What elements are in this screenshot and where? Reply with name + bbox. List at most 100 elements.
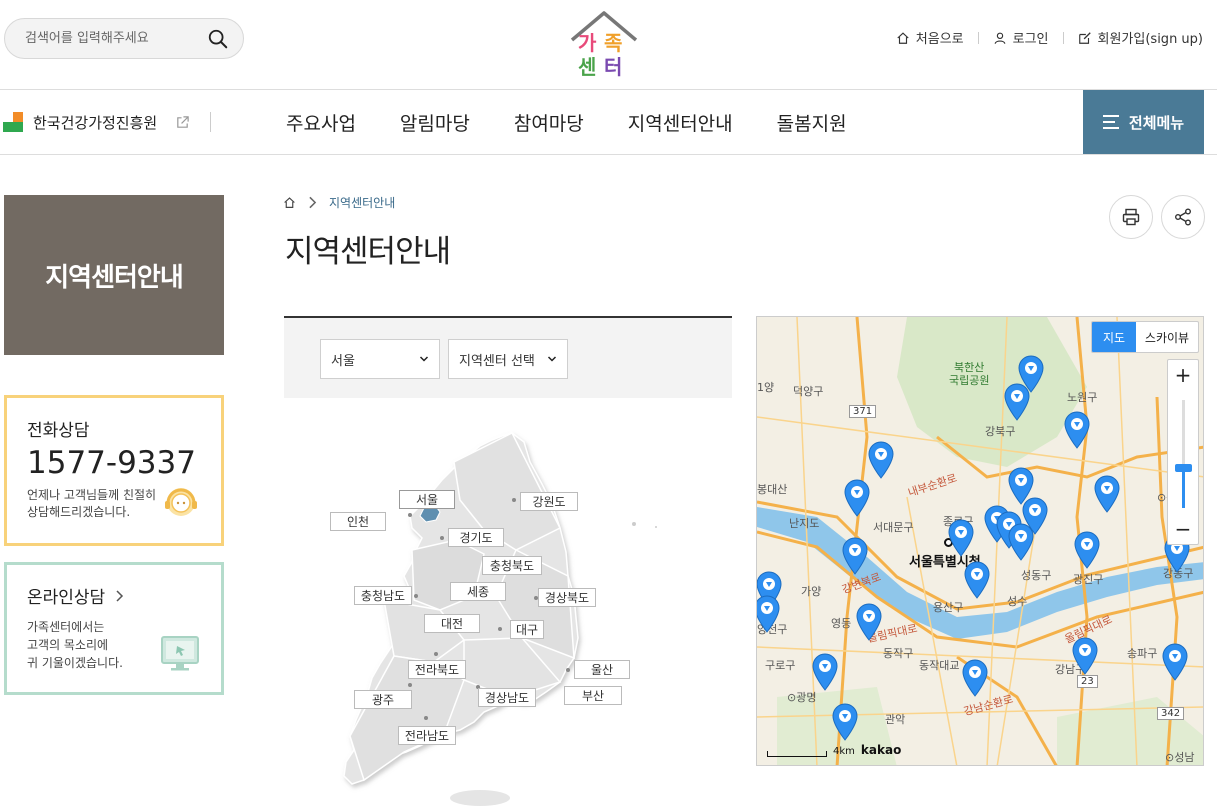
- region-gyeongnam[interactable]: 경상남도: [478, 688, 536, 707]
- search-input[interactable]: [25, 31, 207, 46]
- online-consult-heading[interactable]: 온라인상담: [27, 583, 201, 608]
- center-filter: 서울 지역센터 선택: [284, 316, 732, 398]
- home-link[interactable]: 처음으로: [896, 28, 964, 47]
- menu-participation[interactable]: 참여마당: [514, 109, 584, 136]
- map-pin-icon[interactable]: [1071, 637, 1099, 675]
- map-pin-icon[interactable]: [1073, 531, 1101, 569]
- map-pin-icon[interactable]: [843, 479, 871, 517]
- label-gwangjin: 광진구: [1073, 573, 1104, 586]
- kakao-map[interactable]: 북한산 국립공원 덕양구 1양 강북구 노원구 서대문구 난지도 봉대산 종로구…: [756, 316, 1204, 766]
- label-songpa: 송파구: [1127, 647, 1158, 660]
- region-busan[interactable]: 부산: [564, 686, 622, 705]
- region-gyeongbuk[interactable]: 경상북도: [538, 588, 596, 607]
- region-seoul[interactable]: 서울: [399, 490, 455, 509]
- region-ulsan[interactable]: 울산: [574, 660, 630, 679]
- zoom-level-fill: [1182, 470, 1185, 508]
- label-yeongdeungpo: 영등: [831, 617, 852, 630]
- phone-consult-box: 전화상담 1577-9337 언제나 고객님들께 친절히 상담해드리겠습니다.: [4, 395, 224, 546]
- region-gwangju[interactable]: 광주: [354, 690, 412, 709]
- map-pin-icon[interactable]: [811, 653, 839, 691]
- label-yongsan: 용산구: [933, 601, 964, 614]
- external-link-icon[interactable]: [175, 115, 190, 130]
- map-pin-icon[interactable]: [867, 441, 895, 479]
- login-link-label: 로그인: [1012, 32, 1049, 47]
- signup-link[interactable]: 회원가입(sign up): [1078, 28, 1203, 47]
- label-dongjak: 동작구: [883, 647, 914, 660]
- korea-map-shape: [343, 431, 657, 806]
- home-link-label: 처음으로: [915, 32, 964, 47]
- headset-icon: [165, 488, 197, 516]
- region-select[interactable]: 서울: [320, 339, 440, 379]
- label-seongsu: 성수: [1007, 595, 1028, 608]
- label-guro: 구로구: [765, 659, 796, 672]
- region-chungbuk[interactable]: 충청북도: [482, 556, 542, 575]
- map-pin-icon[interactable]: [963, 561, 991, 599]
- label-seongnam: ⊙성남: [1165, 751, 1195, 764]
- zoom-in-button[interactable]: +: [1168, 360, 1198, 390]
- label-goyang: 1양: [757, 381, 775, 394]
- family-center-logo[interactable]: 가 족 센 터: [568, 10, 640, 80]
- zoom-control: + −: [1167, 359, 1199, 545]
- map-type-map-button[interactable]: 지도: [1092, 322, 1136, 352]
- share-button[interactable]: [1161, 195, 1205, 239]
- lnb-title: 지역센터안내: [4, 195, 224, 355]
- main-menu: 주요사업 알림마당 참여마당 지역센터안내 돌봄지원: [286, 90, 847, 154]
- region-gyeonggi[interactable]: 경기도: [448, 528, 504, 547]
- print-button[interactable]: [1109, 195, 1153, 239]
- region-jeonbuk[interactable]: 전라북도: [408, 660, 466, 679]
- online-consult-box[interactable]: 온라인상담 가족센터에서는 고객의 목소리에 귀 기울이겠습니다.: [4, 562, 224, 695]
- map-pin-icon[interactable]: [1003, 383, 1031, 421]
- region-daegu[interactable]: 대구: [510, 620, 544, 639]
- map-pin-icon[interactable]: [961, 659, 989, 697]
- phone-consult-heading: 전화상담: [27, 421, 90, 441]
- map-pin-icon[interactable]: [947, 519, 975, 557]
- menu-care-support[interactable]: 돌봄지원: [777, 109, 847, 136]
- region-gangwon[interactable]: 강원도: [520, 492, 578, 511]
- phone-number[interactable]: 1577-9337: [27, 445, 201, 481]
- region-chungnam[interactable]: 충청남도: [354, 586, 412, 605]
- search-box[interactable]: [4, 18, 244, 59]
- region-sejong[interactable]: 세종: [450, 582, 506, 601]
- map-pin-icon[interactable]: [757, 595, 781, 633]
- login-link[interactable]: 로그인: [993, 28, 1049, 47]
- center-select[interactable]: 지역센터 선택: [448, 339, 568, 379]
- user-icon: [994, 32, 1006, 44]
- label-seodaemun: 서대문구: [873, 521, 914, 534]
- road-23: 23: [1077, 675, 1098, 688]
- label-gwanak: 관악: [885, 713, 906, 726]
- label-gangbuk: 강북구: [985, 425, 1016, 438]
- menu-main-business[interactable]: 주요사업: [286, 109, 356, 136]
- map-pin-icon[interactable]: [831, 703, 859, 741]
- map-pin-icon[interactable]: [1007, 523, 1035, 561]
- institution-link[interactable]: 한국건강가정진흥원: [0, 90, 212, 154]
- chevron-right-icon: [309, 196, 317, 209]
- scale-bar: [767, 751, 827, 757]
- region-incheon[interactable]: 인천: [330, 512, 386, 531]
- region-daejeon[interactable]: 대전: [424, 614, 480, 633]
- label-nanjido: 난지도: [789, 517, 820, 530]
- svg-text:센: 센: [578, 55, 596, 79]
- label-dongjak-bridge: 동작대교: [919, 659, 960, 672]
- zoom-slider-handle[interactable]: [1175, 464, 1192, 472]
- map-pin-icon[interactable]: [841, 537, 869, 575]
- global-navigation: 한국건강가정진흥원 주요사업 알림마당 참여마당 지역센터안내 돌봄지원 전체메…: [0, 89, 1217, 155]
- map-pin-icon[interactable]: [1063, 411, 1091, 449]
- center-select-value: 지역센터 선택: [459, 353, 535, 369]
- menu-notice[interactable]: 알림마당: [400, 109, 470, 136]
- menu-regional-centers[interactable]: 지역센터안내: [628, 109, 733, 136]
- print-icon: [1122, 208, 1140, 226]
- breadcrumb-current[interactable]: 지역센터안내: [329, 194, 395, 211]
- home-icon[interactable]: [283, 196, 296, 209]
- region-select-value: 서울: [331, 353, 355, 369]
- map-type-skyview-button[interactable]: 스카이뷰: [1136, 322, 1198, 352]
- search-icon[interactable]: [207, 28, 229, 50]
- map-pin-icon[interactable]: [1093, 475, 1121, 513]
- region-jeonnam[interactable]: 전라남도: [398, 726, 456, 745]
- all-menu-button[interactable]: 전체메뉴: [1083, 90, 1204, 154]
- map-pin-icon[interactable]: [1161, 643, 1189, 681]
- map-pin-icon[interactable]: [855, 603, 883, 641]
- label-gwangmyeong: ⊙광명: [787, 691, 817, 704]
- scale-label: 4km: [833, 746, 855, 757]
- zoom-out-button[interactable]: −: [1168, 514, 1198, 544]
- label-gayang: 가양: [801, 585, 822, 598]
